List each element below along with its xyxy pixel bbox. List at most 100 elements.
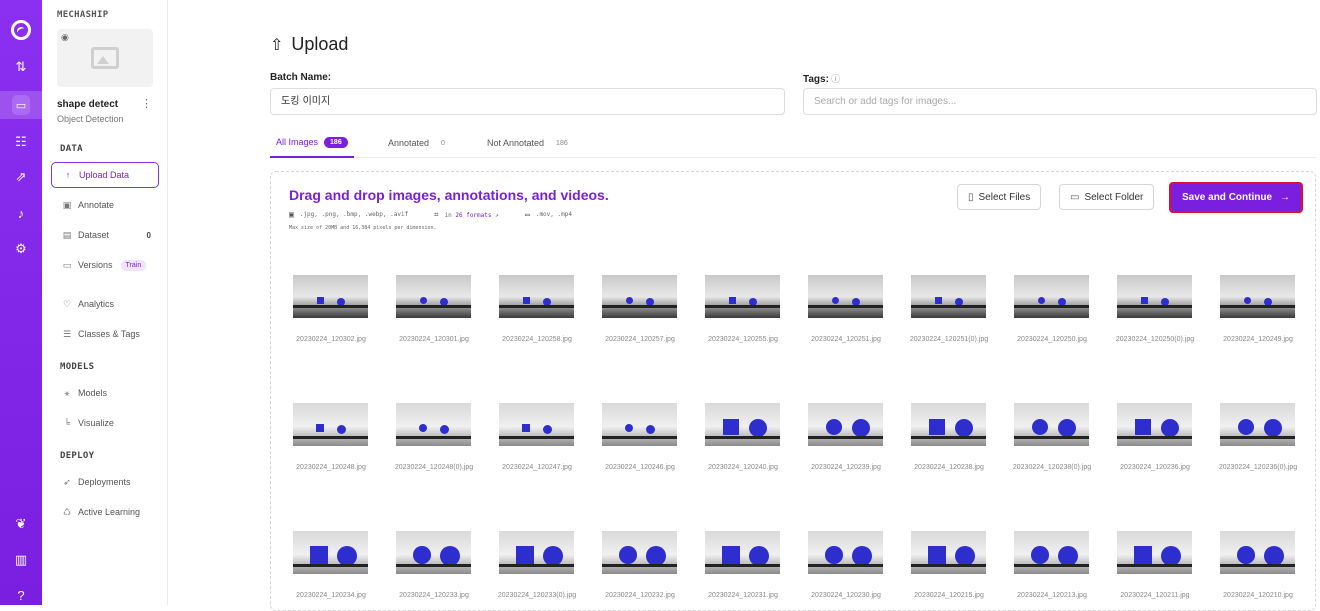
dropzone-title: Drag and drop images, annotations, and v… — [289, 187, 609, 203]
image-filename: 20230224_120257.jpg — [605, 336, 675, 343]
sidebar-item-visualize[interactable]: ╘ Visualize — [51, 410, 159, 436]
image-thumbnail[interactable] — [293, 403, 368, 446]
workspace-name[interactable]: MECHASHIP — [57, 10, 108, 20]
analytics-icon: ♡ — [62, 298, 72, 309]
image-thumbnail[interactable] — [499, 403, 574, 446]
tab-not-annotated[interactable]: Not Annotated 186 — [487, 128, 568, 158]
image-filename: 20230224_120248.jpg — [296, 464, 366, 471]
tags-input[interactable]: Search or add tags for images... — [803, 88, 1317, 115]
image-filename: 20230224_120251.jpg — [811, 336, 881, 343]
batch-name-input[interactable]: 도킹 이미지 — [270, 88, 785, 115]
sidebar-item-annotate[interactable]: ▣ Annotate — [51, 192, 159, 218]
upload-download-icon[interactable]: ⇅ — [0, 53, 42, 81]
tags-label: Tags: ⓘ — [803, 74, 840, 85]
image-thumbnail[interactable] — [1117, 531, 1192, 574]
settings-icon[interactable]: ⚙ — [0, 235, 42, 263]
image-filename: 20230224_120234.jpg — [296, 592, 366, 599]
image-thumbnail[interactable] — [1220, 403, 1295, 446]
image-thumbnail[interactable] — [808, 403, 883, 446]
save-and-continue-button[interactable]: Save and Continue → — [1169, 182, 1304, 213]
image-thumbnail[interactable] — [808, 531, 883, 574]
versions-icon: ▭ — [62, 259, 72, 270]
annotation-formats: ⌗ in 26 formats ↗ — [434, 210, 499, 219]
image-thumbnail[interactable] — [705, 403, 780, 446]
image-filename: 20230224_120247.jpg — [502, 464, 572, 471]
chart-icon: ╘ — [63, 418, 71, 428]
image-thumbnail[interactable] — [1220, 275, 1295, 318]
image-thumbnail[interactable] — [911, 275, 986, 318]
image-thumbnail[interactable] — [602, 403, 677, 446]
sidebar-item-deployments[interactable]: ➶ Deployments — [51, 469, 159, 495]
image-thumbnail[interactable] — [705, 531, 780, 574]
section-deploy: DEPLOY — [60, 451, 95, 461]
image-thumbnail[interactable] — [1117, 275, 1192, 318]
models-icon: ⚹ — [64, 387, 70, 398]
image-filename: 20230224_120236.jpg — [1120, 464, 1190, 471]
inbox-icon[interactable]: ▭ — [0, 91, 42, 119]
video-formats: ▭ .mov, .mp4 — [525, 210, 572, 219]
select-files-button[interactable]: ▯ Select Files — [957, 184, 1042, 210]
info-icon: ⓘ — [830, 74, 840, 84]
batch-name-label: Batch Name: — [270, 72, 332, 83]
max-size-note: Max size of 20MB and 16,384 pixels per d… — [289, 225, 437, 231]
section-models: MODELS — [60, 362, 95, 372]
sidebar-item-versions[interactable]: ▭ Versions Train — [51, 252, 159, 278]
leaf-icon[interactable]: ❦ — [0, 510, 42, 538]
image-filename: 20230224_120232.jpg — [605, 592, 675, 599]
folder-icon: ▭ — [1070, 191, 1080, 203]
image-thumbnail[interactable] — [705, 275, 780, 318]
external-link-icon: ↗ — [495, 211, 499, 219]
image-filename: 20230224_120251(0).jpg — [909, 336, 989, 343]
recycle-icon: ♺ — [62, 506, 72, 517]
trend-icon[interactable]: ⇗ — [0, 163, 42, 191]
globe-icon: ◉ — [61, 32, 69, 42]
tab-annotated[interactable]: Annotated 0 — [388, 128, 445, 158]
image-thumbnail[interactable] — [499, 275, 574, 318]
image-thumbnail[interactable] — [396, 403, 471, 446]
more-vertical-icon[interactable]: ⋮ — [141, 97, 152, 110]
formats-link[interactable]: 26 formats — [455, 212, 491, 219]
sidebar-item-models[interactable]: ⚹ Models — [51, 380, 159, 406]
tab-all-images[interactable]: All Images 186 — [270, 128, 354, 158]
image-thumbnail[interactable] — [1117, 403, 1192, 446]
project-type: Object Detection — [57, 114, 124, 124]
sidebar-item-upload-data[interactable]: ↑ Upload Data — [51, 162, 159, 188]
image-thumbnail[interactable] — [1014, 275, 1089, 318]
hierarchy-icon[interactable]: ☷ — [0, 128, 42, 156]
main-content: ⇧ Upload Batch Name: 도킹 이미지 Tags: ⓘ Searc… — [168, 0, 1320, 611]
sidebar-item-active-learning[interactable]: ♺ Active Learning — [51, 499, 159, 525]
logo-icon[interactable] — [0, 16, 42, 44]
library-icon[interactable]: ▥ — [0, 546, 42, 574]
image-thumbnail[interactable] — [602, 531, 677, 574]
image-thumbnail[interactable] — [602, 275, 677, 318]
sidebar-item-classes-tags[interactable]: ☰ Classes & Tags — [51, 321, 159, 347]
section-data: DATA — [60, 144, 83, 154]
image-filename: 20230224_120249.jpg — [1223, 336, 1293, 343]
image-thumbnail[interactable] — [396, 275, 471, 318]
image-thumbnail[interactable] — [911, 531, 986, 574]
image-filename: 20230224_120233(0).jpg — [497, 592, 577, 599]
image-thumbnail[interactable] — [1014, 531, 1089, 574]
select-folder-button[interactable]: ▭ Select Folder — [1059, 184, 1155, 210]
image-thumbnail[interactable] — [293, 275, 368, 318]
image-filename: 20230224_120238.jpg — [914, 464, 984, 471]
rocket-icon: ➶ — [63, 476, 71, 487]
bounding-box-icon: ⌗ — [434, 210, 439, 219]
image-thumbnail[interactable] — [499, 531, 574, 574]
image-thumbnail[interactable] — [911, 403, 986, 446]
image-thumbnail[interactable] — [808, 275, 883, 318]
sidebar-item-dataset[interactable]: ▤ Dataset 0 — [51, 222, 159, 248]
image-thumbnail[interactable] — [293, 531, 368, 574]
image-thumbnail[interactable] — [396, 531, 471, 574]
project-thumbnail[interactable] — [57, 29, 153, 87]
image-thumbnail[interactable] — [1220, 531, 1295, 574]
upload-dropzone[interactable]: Drag and drop images, annotations, and v… — [270, 171, 1316, 611]
video-icon: ▭ — [525, 210, 530, 219]
image-filename: 20230224_120233.jpg — [399, 592, 469, 599]
bell-icon[interactable]: ♪ — [0, 199, 42, 227]
image-thumbnail[interactable] — [1014, 403, 1089, 446]
project-name: shape detect — [57, 99, 119, 110]
image-filename: 20230224_120246.jpg — [605, 464, 675, 471]
sidebar-item-analytics[interactable]: ♡ Analytics — [51, 291, 159, 317]
image-filename: 20230224_120230.jpg — [811, 592, 881, 599]
